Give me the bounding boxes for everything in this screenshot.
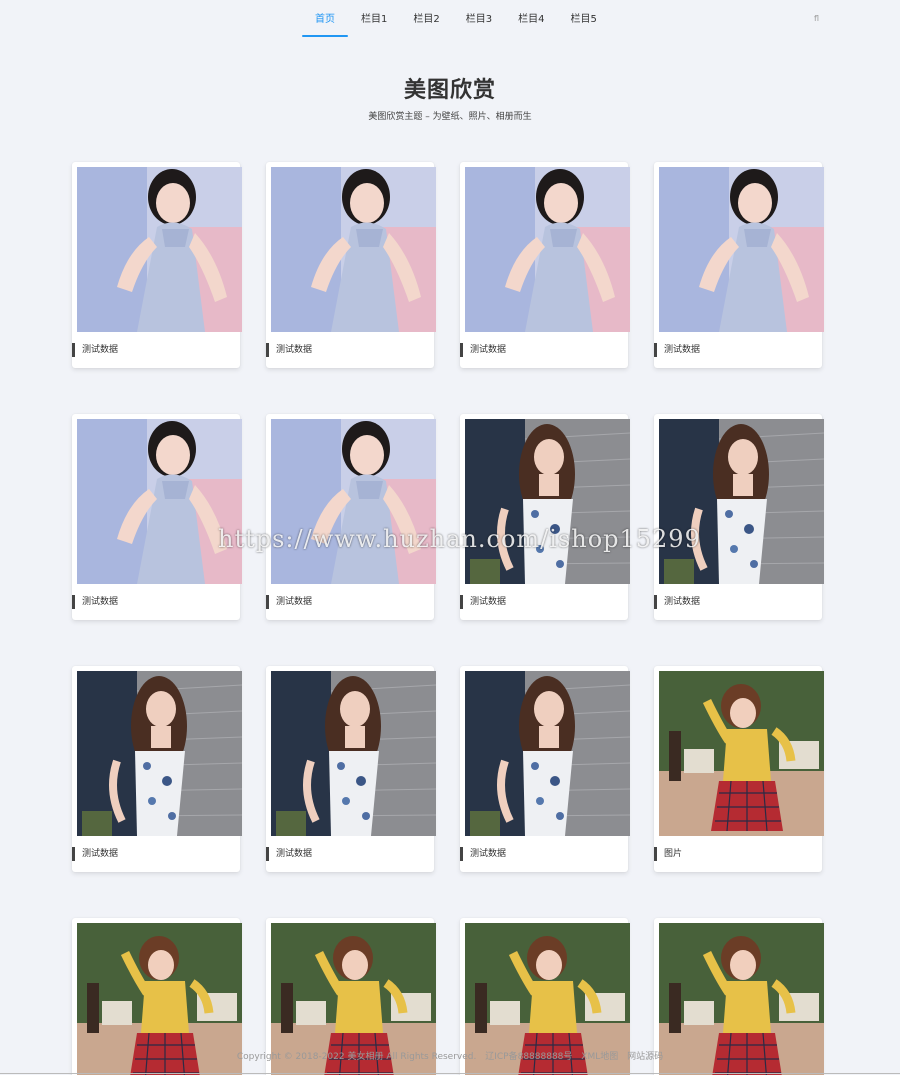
card-photo[interactable] — [659, 671, 824, 836]
card-title[interactable]: 测试数据 — [266, 595, 312, 609]
card-title[interactable]: 测试数据 — [654, 595, 700, 609]
nav-item-3[interactable]: 栏目3 — [453, 0, 505, 36]
gallery-card[interactable]: 测试数据 — [266, 162, 436, 368]
gallery-card[interactable]: 测试数据 — [460, 162, 630, 368]
gallery-card[interactable]: 测试数据 — [72, 162, 242, 368]
copyright-text: Copyright © 2018-2022 美女相册 All Rights Re… — [236, 1052, 477, 1062]
source-link[interactable]: 网站源码 — [627, 1052, 663, 1062]
gallery-card[interactable]: 测试数据 — [460, 414, 630, 620]
card-photo[interactable] — [77, 671, 242, 836]
card-photo[interactable] — [271, 419, 436, 584]
card-title[interactable]: 测试数据 — [72, 595, 118, 609]
gallery-card[interactable]: 测试数据 — [654, 414, 824, 620]
card-photo[interactable] — [465, 671, 630, 836]
nav-item-4[interactable]: 栏目4 — [505, 0, 557, 36]
card-title[interactable]: 图片 — [654, 847, 682, 861]
nav-item-1[interactable]: 栏目1 — [348, 0, 400, 36]
card-photo[interactable] — [659, 167, 824, 332]
gallery-card[interactable]: 测试数据 — [654, 162, 824, 368]
page-title: 美图欣赏 — [403, 78, 496, 103]
card-photo[interactable] — [271, 167, 436, 332]
footer: Copyright © 2018-2022 美女相册 All Rights Re… — [0, 1049, 900, 1062]
card-title[interactable]: 测试数据 — [72, 343, 118, 357]
card-title[interactable]: 测试数据 — [654, 343, 700, 357]
gallery-card[interactable]: 测试数据 — [266, 666, 436, 872]
card-title[interactable]: 测试数据 — [72, 847, 118, 861]
card-photo[interactable] — [659, 419, 824, 584]
gallery-card[interactable]: 测试数据 — [460, 666, 630, 872]
nav-item-0[interactable]: 首页 — [302, 0, 348, 37]
gallery-card[interactable]: 测试数据 — [72, 414, 242, 620]
sitemap-link[interactable]: XML地图 — [581, 1052, 618, 1062]
card-photo[interactable] — [77, 167, 242, 332]
gallery-card[interactable]: 测试数据 — [72, 666, 242, 872]
gallery-card[interactable]: 图片 — [654, 666, 824, 872]
nav-menu: 首页 栏目1 栏目2 栏目3 栏目4 栏目5 — [302, 0, 610, 37]
search-icon[interactable]: fl — [814, 14, 819, 23]
gallery-card[interactable]: 测试数据 — [266, 414, 436, 620]
card-photo[interactable] — [271, 671, 436, 836]
bottom-divider — [0, 1073, 900, 1074]
card-title[interactable]: 测试数据 — [460, 847, 506, 861]
card-photo[interactable] — [465, 419, 630, 584]
icp-link[interactable]: 辽ICP备88888888号 — [485, 1052, 572, 1062]
card-title[interactable]: 测试数据 — [266, 847, 312, 861]
card-title[interactable]: 测试数据 — [460, 595, 506, 609]
card-title[interactable]: 测试数据 — [460, 343, 506, 357]
top-navigation: 首页 栏目1 栏目2 栏目3 栏目4 栏目5 fl — [0, 0, 900, 40]
card-photo[interactable] — [77, 419, 242, 584]
nav-item-2[interactable]: 栏目2 — [400, 0, 452, 36]
nav-item-5[interactable]: 栏目5 — [558, 0, 610, 36]
photo-gallery: 测试数据 测试数据 测试数据 测试数据 测试数据 测试数据 测试数据 测试数据 … — [72, 162, 828, 1075]
page-subtitle: 美图欣赏主题 – 为壁纸、照片、相册而生 — [368, 112, 532, 122]
card-photo[interactable] — [465, 167, 630, 332]
card-title[interactable]: 测试数据 — [266, 343, 312, 357]
